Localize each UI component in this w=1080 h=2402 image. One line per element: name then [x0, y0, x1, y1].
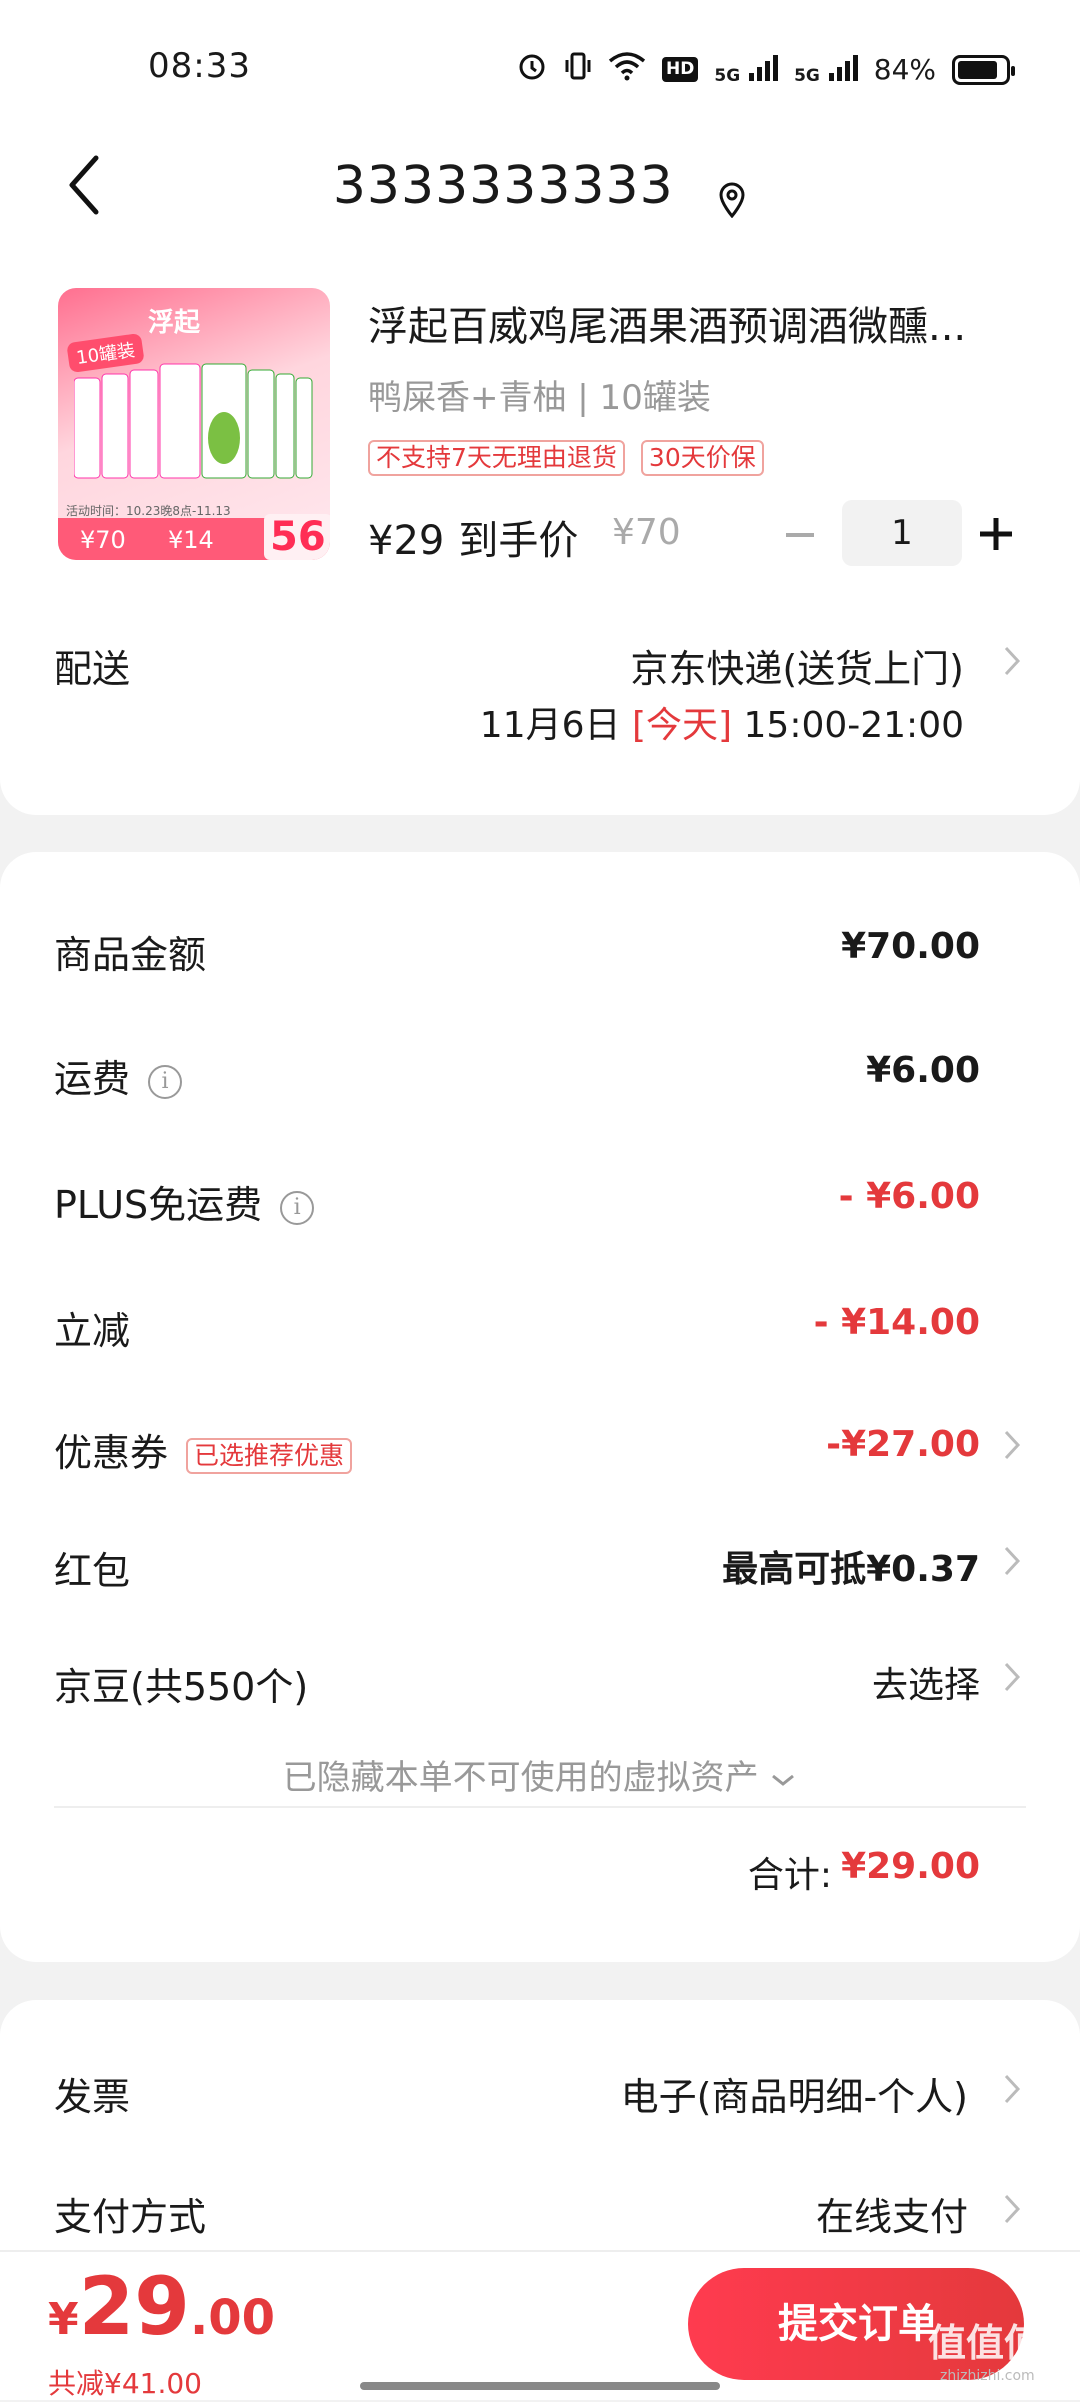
original-price: ¥70 — [612, 512, 681, 553]
delivery-label: 配送 — [54, 647, 131, 691]
hidden-assets-toggle[interactable]: 已隐藏本单不可使用的虚拟资产 — [0, 1750, 1080, 1799]
jd-beans-chevron-icon[interactable] — [1002, 1660, 1022, 1694]
plus-free-shipping-value: - ¥6.00 — [838, 1176, 980, 1217]
network-type-2: 5G — [794, 66, 820, 86]
thumbnail-activity: 活动时间：10.23晚8点-11.13 — [66, 504, 231, 518]
delivery-time[interactable]: 11月6日 [今天] 15:00-21:00 — [480, 696, 964, 748]
page-title[interactable]: 3333333333 — [0, 156, 1080, 219]
hd-icon: HD — [662, 57, 699, 82]
status-bar: 08:33 HD 5G 5G 84% — [0, 0, 1080, 130]
total-label: 合计: — [747, 1855, 832, 1896]
instant-discount-value: - ¥14.00 — [813, 1302, 980, 1343]
quantity-input[interactable]: 1 — [842, 500, 962, 566]
pay-total-int: 29 — [78, 2260, 190, 2353]
network-type-1: 5G — [714, 66, 741, 86]
alarm-icon — [516, 50, 548, 89]
thumbnail-price-1: ¥70 — [80, 526, 126, 554]
delivery-method[interactable]: 京东快递(送货上门) — [630, 638, 964, 693]
red-packet-chevron-icon[interactable] — [1002, 1544, 1022, 1578]
status-time: 08:33 — [148, 46, 251, 86]
delivery-today: [今天] — [631, 705, 733, 746]
coupon-tag: 已选推荐优惠 — [186, 1437, 353, 1474]
shipping-row: 运费 i — [54, 1048, 183, 1103]
goods-amount-label: 商品金额 — [54, 933, 207, 977]
total-value: ¥29.00 — [841, 1846, 980, 1887]
home-indicator[interactable] — [360, 2382, 720, 2390]
payment-chevron-icon[interactable] — [1002, 2192, 1022, 2226]
invoice-label: 发票 — [54, 2075, 131, 2119]
battery-percent: 84% — [873, 53, 936, 86]
wifi-icon — [608, 51, 646, 88]
jd-beans-value[interactable]: 去选择 — [872, 1656, 980, 1708]
pay-total-currency: ¥ — [48, 2294, 79, 2345]
pay-total: ¥29.00 — [48, 2260, 275, 2353]
vibrate-icon — [564, 50, 592, 89]
battery-icon — [952, 54, 1015, 85]
info-icon[interactable]: i — [280, 1190, 315, 1225]
quantity-decrement-button[interactable] — [780, 510, 820, 560]
final-price: ¥29 — [368, 518, 445, 564]
product-tags: 不支持7天无理由退货 30天价保 — [368, 440, 764, 476]
location-pin-icon — [717, 171, 747, 219]
divider — [54, 1806, 1026, 1808]
jd-beans-label: 京豆(共550个) — [54, 1665, 309, 1709]
shipping-label: 运费 — [54, 1057, 131, 1101]
payment-label: 支付方式 — [54, 2195, 207, 2239]
coupon-value[interactable]: -¥27.00 — [826, 1424, 980, 1465]
signal-1-icon: 5G — [714, 51, 779, 88]
watermark-url: zhizhizhi.com — [940, 2368, 1035, 2384]
goods-amount-value: ¥70.00 — [841, 926, 980, 967]
red-packet-label: 红包 — [54, 1549, 131, 1593]
signal-2-icon: 5G — [794, 51, 858, 88]
chevron-down-icon — [772, 1774, 795, 1786]
invoice-value[interactable]: 电子(商品明细-个人) — [621, 2066, 968, 2121]
header: 3333333333 — [0, 130, 1080, 260]
coupon-row[interactable]: 优惠券 已选推荐优惠 — [54, 1422, 353, 1477]
product-spec[interactable]: 鸭屎香+青柚 | 10罐装 — [368, 370, 711, 419]
quantity-increment-button[interactable] — [972, 506, 1020, 562]
instant-discount-label: 立减 — [54, 1309, 131, 1353]
tag-no-return: 不支持7天无理由退货 — [368, 440, 625, 476]
plus-free-shipping-label: PLUS免运费 — [54, 1183, 263, 1227]
plus-free-shipping-row: PLUS免运费 i — [54, 1174, 315, 1229]
tag-price-protect: 30天价保 — [640, 440, 764, 476]
payment-value[interactable]: 在线支付 — [816, 2186, 968, 2241]
watermark: 值值值 — [928, 2321, 1043, 2365]
shipping-value: ¥6.00 — [866, 1050, 980, 1091]
thumbnail-price-2: ¥14 — [168, 526, 214, 554]
final-price-label: 到手价 — [458, 518, 579, 564]
coupon-label: 优惠券 — [54, 1431, 169, 1475]
delivery-date: 11月6日 — [479, 705, 621, 746]
invoice-chevron-icon[interactable] — [1002, 2072, 1022, 2106]
coupon-chevron-icon[interactable] — [1002, 1428, 1022, 1462]
delivery-chevron-icon[interactable] — [1002, 644, 1022, 678]
red-packet-value[interactable]: 最高可抵¥0.37 — [722, 1540, 980, 1592]
address-title: 3333333333 — [332, 156, 674, 216]
hidden-assets-note: 已隐藏本单不可使用的虚拟资产 — [282, 1758, 759, 1798]
status-icons: HD 5G 5G 84% — [516, 50, 1015, 89]
product-price: ¥29 到手价 — [368, 508, 578, 566]
product-name[interactable]: 浮起百威鸡尾酒果酒预调酒微醺... — [368, 294, 988, 352]
product-thumbnail[interactable]: 浮起 10罐装 活动时间：10.23晚8点-11.13 ¥70 ¥14 56 — [58, 288, 330, 560]
pay-total-dec: .00 — [189, 2290, 275, 2346]
total-saved: 共减¥41.00 — [48, 2367, 202, 2400]
thumbnail-price-3: 56 — [264, 514, 330, 560]
cans-illustration — [74, 363, 313, 479]
info-icon[interactable]: i — [148, 1064, 183, 1099]
delivery-time-range: 15:00-21:00 — [743, 705, 964, 746]
thumbnail-brand: 浮起 — [148, 308, 201, 338]
product-card: 浮起 10罐装 活动时间：10.23晚8点-11.13 ¥70 ¥14 56 浮… — [0, 260, 1080, 815]
